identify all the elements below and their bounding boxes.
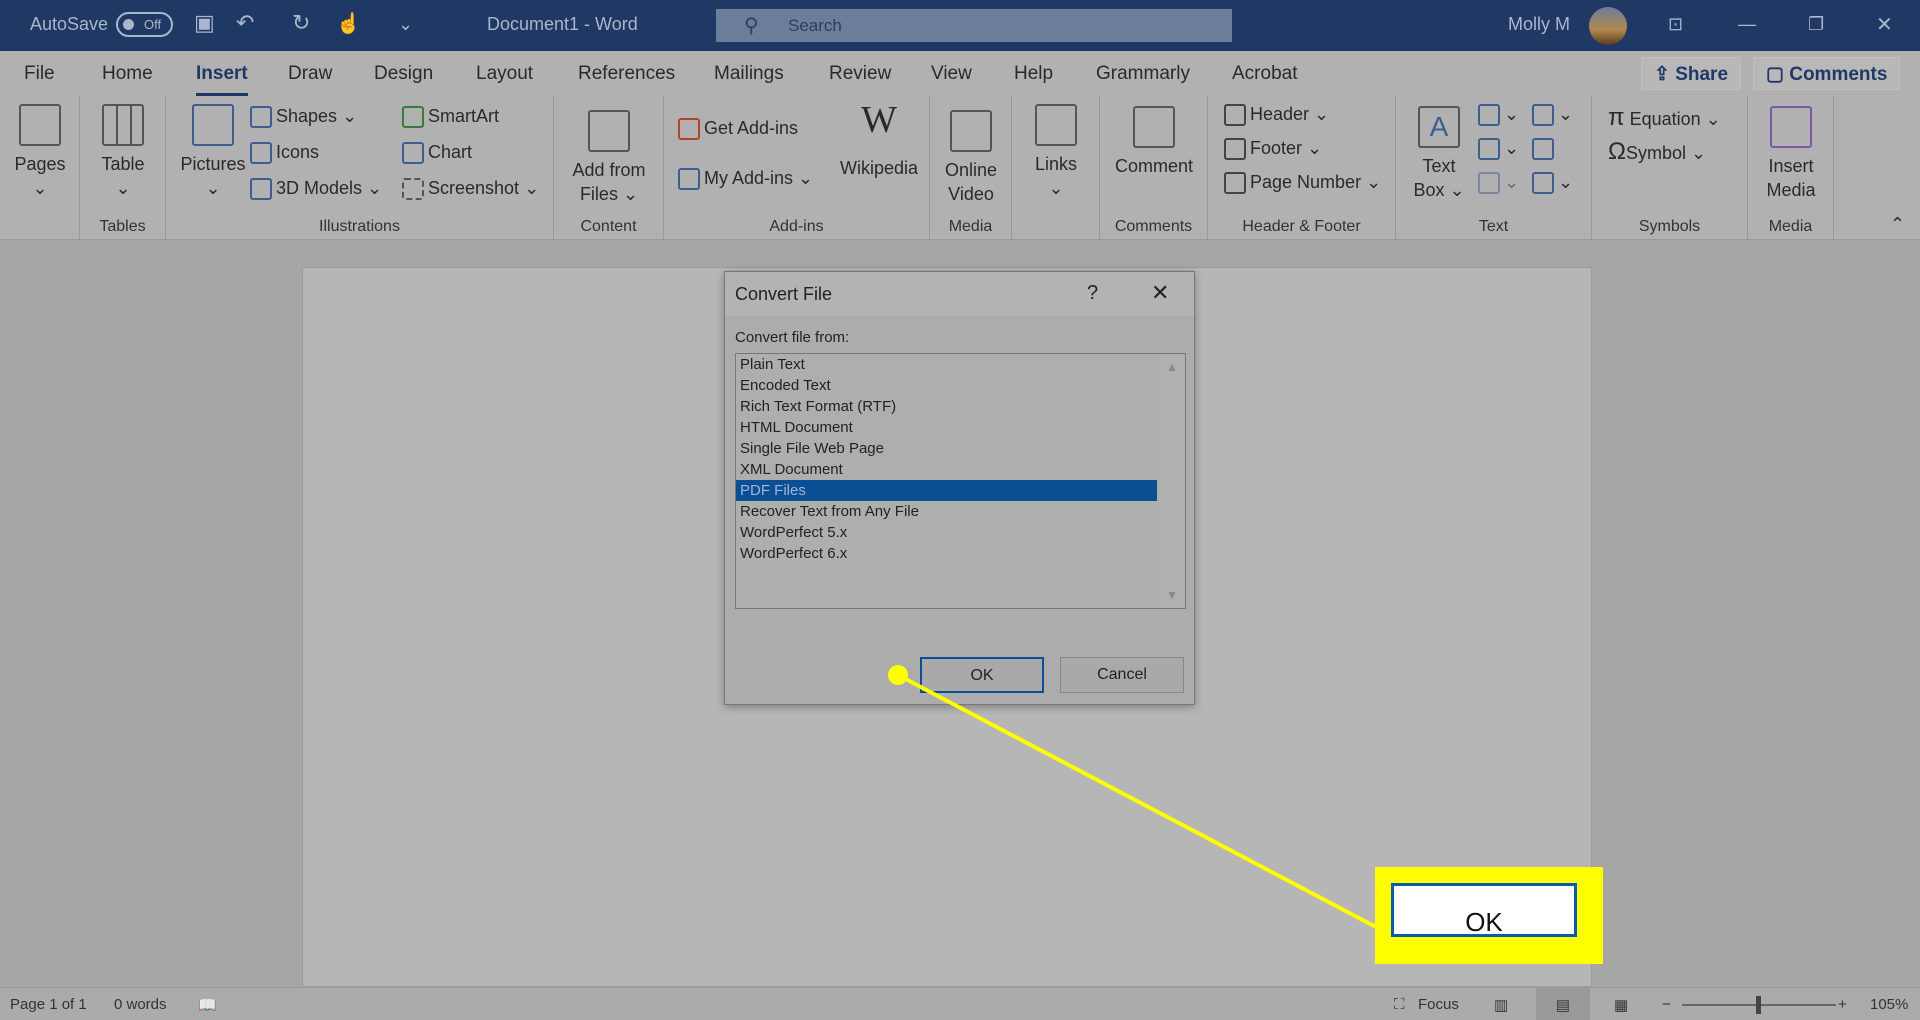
callout-line	[897, 673, 1377, 929]
print-layout-icon[interactable]: ▤	[1536, 988, 1590, 1020]
zoom-in-icon[interactable]: +	[1838, 996, 1847, 1013]
zoom-out-icon[interactable]: −	[1662, 996, 1671, 1013]
proofing-icon[interactable]: 📖	[198, 996, 217, 1014]
zoom-slider-thumb[interactable]	[1756, 996, 1761, 1014]
zoom-slider[interactable]	[1682, 996, 1836, 1014]
page-count[interactable]: Page 1 of 1	[10, 996, 87, 1013]
callout-highlight: OK	[1375, 867, 1603, 964]
read-mode-icon[interactable]: ▥	[1494, 996, 1508, 1014]
web-layout-icon[interactable]: ▦	[1614, 996, 1628, 1014]
zoom-level[interactable]: 105%	[1870, 996, 1908, 1013]
callout-ok-button: OK	[1391, 883, 1577, 937]
word-count[interactable]: 0 words	[114, 996, 167, 1013]
focus-icon[interactable]: ⛶	[1394, 996, 1405, 1013]
callout-dot	[888, 665, 908, 685]
status-bar: Page 1 of 1 0 words 📖 ⛶ Focus ▥ ▤ ▦ − + …	[0, 987, 1920, 1020]
callout-pointer	[888, 665, 1377, 929]
focus-button[interactable]: Focus	[1418, 996, 1459, 1013]
